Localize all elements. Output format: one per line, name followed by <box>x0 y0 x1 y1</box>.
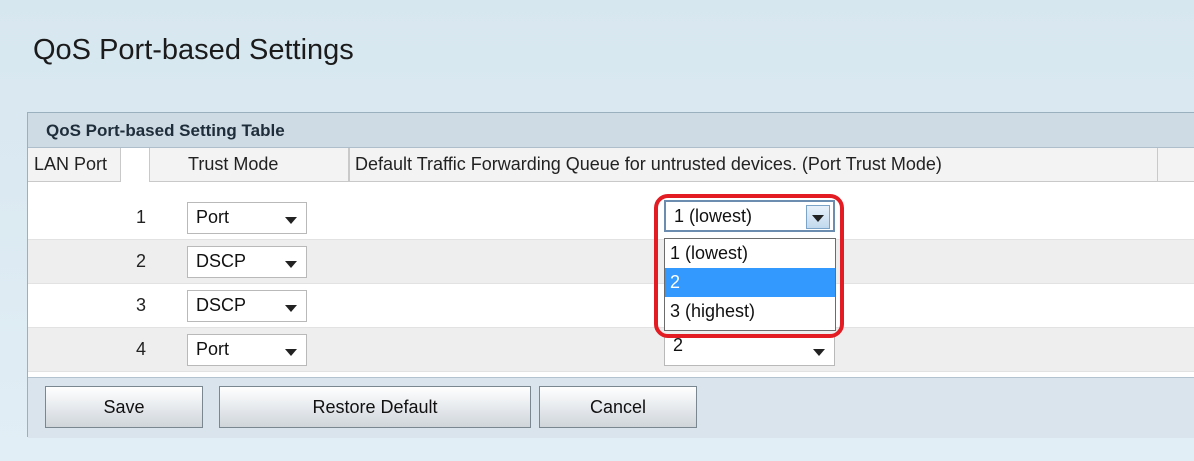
chevron-down-icon <box>285 217 297 224</box>
trust-mode-select[interactable]: Port <box>187 202 307 234</box>
settings-panel: QoS Port-based Setting Table LAN Port Tr… <box>27 112 1194 438</box>
table-title: QoS Port-based Setting Table <box>46 121 285 140</box>
column-header-lan-port: LAN Port <box>28 148 121 182</box>
default-queue-select[interactable]: 2 <box>664 334 835 366</box>
page-title: QoS Port-based Settings <box>33 34 354 66</box>
column-header-filler <box>1158 148 1194 182</box>
trust-mode-value: DSCP <box>196 251 247 271</box>
dropdown-option-highlighted[interactable]: 2 <box>665 268 835 297</box>
table-row: 2 DSCP <box>28 240 1194 284</box>
trust-mode-select[interactable]: DSCP <box>187 290 307 322</box>
trust-mode-select[interactable]: Port <box>187 334 307 366</box>
chevron-down-icon <box>813 349 825 356</box>
cancel-button[interactable]: Cancel <box>539 386 697 428</box>
chevron-down-icon <box>285 261 297 268</box>
trust-mode-value: Port <box>196 339 230 359</box>
default-queue-select[interactable]: 1 (lowest) <box>664 200 835 232</box>
table-row: 1 Port 1 (lowest) <box>28 196 1194 240</box>
table-row: 4 Port 2 <box>28 328 1194 372</box>
default-queue-value: 2 <box>673 335 684 355</box>
dropdown-toggle[interactable] <box>806 205 830 229</box>
trust-mode-value: DSCP <box>196 295 247 315</box>
lan-port-number: 2 <box>136 251 147 271</box>
lan-port-number: 3 <box>136 295 147 315</box>
default-queue-value: 1 (lowest) <box>674 206 753 226</box>
chevron-down-icon <box>812 215 824 222</box>
queue-dropdown-list: 1 (lowest) 2 3 (highest) <box>664 238 836 331</box>
lan-port-number: 4 <box>136 339 147 359</box>
trust-mode-value: Port <box>196 207 230 227</box>
chevron-down-icon <box>285 349 297 356</box>
column-header-trust-mode: Trust Mode <box>149 148 349 182</box>
column-header-default-queue: Default Traffic Forwarding Queue for unt… <box>349 148 1158 182</box>
table-row: 3 DSCP <box>28 284 1194 328</box>
dropdown-option[interactable]: 3 (highest) <box>665 297 835 326</box>
lan-port-number: 1 <box>136 207 147 227</box>
trust-mode-select[interactable]: DSCP <box>187 246 307 278</box>
save-button[interactable]: Save <box>45 386 203 428</box>
dropdown-option[interactable]: 1 (lowest) <box>665 239 835 268</box>
restore-default-button[interactable]: Restore Default <box>219 386 531 428</box>
table-header-bar: QoS Port-based Setting Table <box>28 113 1194 148</box>
chevron-down-icon <box>285 305 297 312</box>
button-bar: Save Restore Default Cancel <box>28 377 1194 438</box>
